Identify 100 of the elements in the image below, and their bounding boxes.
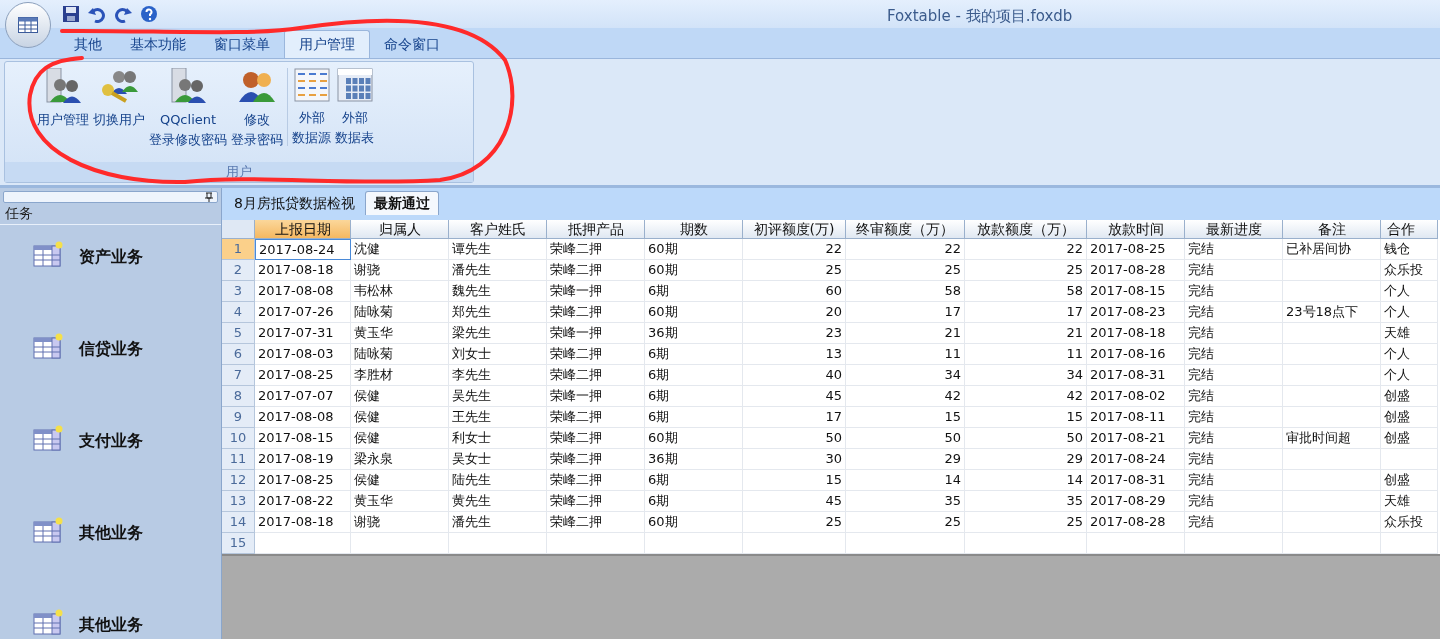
help-icon[interactable] (140, 5, 158, 23)
row-number[interactable]: 14 (222, 512, 255, 533)
sidebar-title: 任务 (0, 203, 221, 225)
table-cell: 2017-08-18 (255, 512, 351, 533)
row-number[interactable]: 8 (222, 386, 255, 407)
table-cell: 36期 (645, 449, 743, 470)
column-header[interactable]: 终审额度（万） (846, 220, 965, 239)
table-icon (18, 17, 38, 33)
table-cell: 2017-08-02 (1087, 386, 1185, 407)
column-header[interactable]: 备注 (1283, 220, 1381, 239)
column-header[interactable]: 客户姓氏 (449, 220, 547, 239)
table-cell: 11 (965, 344, 1087, 365)
row-number[interactable]: 15 (222, 533, 255, 554)
table-cell: 25 (965, 260, 1087, 281)
table-cell: 2017-08-22 (255, 491, 351, 512)
sidebar-item[interactable]: 支付业务 (0, 425, 221, 517)
ribbon-tab[interactable]: 用户管理 (284, 30, 370, 58)
row-number[interactable]: 1 (222, 239, 255, 260)
row-number[interactable]: 3 (222, 281, 255, 302)
ribbon-button[interactable]: QQclient 登录修改密码 (147, 68, 229, 150)
table-cell: 22 (846, 239, 965, 260)
save-icon[interactable] (62, 5, 80, 23)
table-cell: 完结 (1185, 449, 1283, 470)
document-tab[interactable]: 8月房抵贷数据检视 (226, 191, 363, 215)
column-header[interactable]: 合作 (1381, 220, 1438, 239)
table-cell: 黄先生 (449, 491, 547, 512)
row-number[interactable]: 10 (222, 428, 255, 449)
row-number[interactable]: 13 (222, 491, 255, 512)
redo-icon[interactable] (114, 5, 132, 23)
table-cell: 15 (846, 407, 965, 428)
row-number[interactable]: 4 (222, 302, 255, 323)
row-number[interactable]: 7 (222, 365, 255, 386)
table-cell: 2017-08-25 (255, 365, 351, 386)
column-header[interactable]: 期数 (645, 220, 743, 239)
column-header[interactable]: 放款额度（万） (965, 220, 1087, 239)
row-number[interactable]: 11 (222, 449, 255, 470)
column-header[interactable]: 放款时间 (1087, 220, 1185, 239)
table-cell: 荣峰二押 (547, 449, 645, 470)
row-number[interactable]: 2 (222, 260, 255, 281)
corner-cell[interactable] (222, 220, 255, 239)
sidebar-item[interactable]: 其他业务 (0, 609, 221, 639)
column-header[interactable]: 最新进度 (1185, 220, 1283, 239)
ribbon-button[interactable]: 外部 数据源 (290, 68, 333, 148)
table-cell: 2017-08-03 (255, 344, 351, 365)
table-cell: 众乐投 (1381, 512, 1438, 533)
ribbon-button[interactable]: 修改 登录密码 (229, 68, 285, 150)
ribbon-tab[interactable]: 其他 (60, 30, 116, 58)
ribbon-button[interactable]: 外部 数据表 (333, 68, 376, 148)
document-tab[interactable]: 最新通过 (364, 191, 439, 215)
table-icon (33, 425, 63, 451)
table-icon (33, 333, 63, 359)
table-cell: 创盛 (1381, 407, 1438, 428)
table-cell: 2017-08-23 (1087, 302, 1185, 323)
row-number[interactable]: 6 (222, 344, 255, 365)
table-cell: 25 (743, 512, 846, 533)
table-cell: 众乐投 (1381, 260, 1438, 281)
table-cell: 23 (743, 323, 846, 344)
table-cell: 完结 (1185, 260, 1283, 281)
row-number[interactable]: 12 (222, 470, 255, 491)
table-cell: 23号18点下 (1283, 302, 1381, 323)
users-icon (43, 68, 83, 104)
table-cell: 荣峰二押 (547, 260, 645, 281)
column-header[interactable]: 归属人 (351, 220, 449, 239)
row-number[interactable]: 5 (222, 323, 255, 344)
table-cell: 17 (743, 407, 846, 428)
table-cell: 2017-08-24 (1087, 449, 1185, 470)
ribbon-tab[interactable]: 命令窗口 (370, 30, 454, 58)
table-cell: 45 (743, 386, 846, 407)
sidebar-item[interactable]: 资产业务 (0, 241, 221, 333)
table-cell: 11 (846, 344, 965, 365)
table-cell: 荣峰二押 (547, 491, 645, 512)
table-cell: 22 (743, 239, 846, 260)
table-cell: 14 (846, 470, 965, 491)
table-cell: 荣峰二押 (547, 512, 645, 533)
table-cell: 完结 (1185, 470, 1283, 491)
table-cell: 创盛 (1381, 386, 1438, 407)
table-cell: 2017-07-31 (255, 323, 351, 344)
column-header[interactable]: 上报日期 (255, 220, 351, 239)
ribbon-tab[interactable]: 基本功能 (116, 30, 200, 58)
ribbon-tab[interactable]: 窗口菜单 (200, 30, 284, 58)
ribbon-button[interactable]: 切换用户 (91, 68, 147, 130)
ribbon-button[interactable]: 用户管理 (35, 68, 91, 130)
sidebar-item[interactable]: 其他业务 (0, 517, 221, 609)
table-icon (33, 609, 63, 635)
table-cell: 2017-08-31 (1087, 365, 1185, 386)
pin-icon[interactable] (205, 192, 213, 202)
table-cell: 侯健 (351, 470, 449, 491)
table-cell: 2017-07-07 (255, 386, 351, 407)
table-cell: 韦松林 (351, 281, 449, 302)
search-field[interactable] (3, 191, 218, 203)
table-cell: 荣峰二押 (547, 428, 645, 449)
table-cell: 2017-08-18 (1087, 323, 1185, 344)
table-cell: 完结 (1185, 386, 1283, 407)
column-header[interactable]: 抵押产品 (547, 220, 645, 239)
table-cell: 已补居间协 (1283, 239, 1381, 260)
table-cell: 陆咏菊 (351, 302, 449, 323)
undo-icon[interactable] (88, 5, 106, 23)
column-header[interactable]: 初评额度(万) (743, 220, 846, 239)
sidebar-item[interactable]: 信贷业务 (0, 333, 221, 425)
row-number[interactable]: 9 (222, 407, 255, 428)
